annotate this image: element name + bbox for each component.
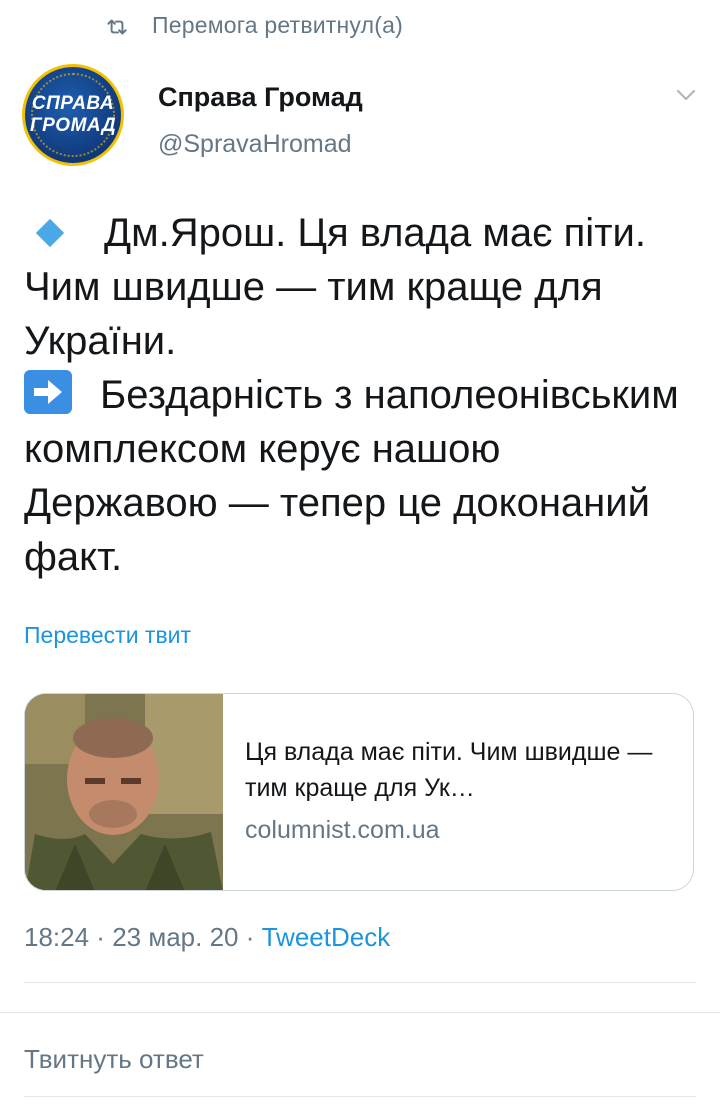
meta-separator-2: · — [238, 922, 262, 952]
blue-diamond-icon — [35, 219, 65, 248]
retweeted-by-label[interactable]: Перемога ретвитнул(а) — [152, 12, 403, 39]
tweet-date[interactable]: 23 мар. 20 — [112, 922, 238, 952]
author-handle[interactable]: @SpravaHromad — [158, 130, 352, 159]
meta-separator: · — [89, 922, 113, 952]
right-arrow-icon — [24, 370, 72, 414]
tweet-meta: 18:24 · 23 мар. 20 · TweetDeck — [24, 922, 390, 953]
card-photo-illustration — [25, 694, 223, 890]
link-preview-card[interactable]: Ця влада має піти. Чим швидше — тим кращ… — [24, 693, 694, 891]
chevron-down-icon[interactable] — [673, 84, 699, 106]
retweet-icon — [107, 19, 127, 35]
avatar-logo-line1: СПРАВА — [31, 93, 115, 114]
tweet-paragraph-1: Дм.Ярош. Ця влада має піти. Чим швидше —… — [24, 206, 704, 368]
reply-input[interactable]: Твитнуть ответ — [24, 1044, 204, 1075]
translate-tweet-link[interactable]: Перевести твит — [24, 622, 191, 649]
tweet-text-line1: Дм.Ярош. Ця влада має піти. Чим швидше —… — [24, 211, 646, 363]
card-thumbnail[interactable] — [25, 694, 223, 890]
tweet-source-link[interactable]: TweetDeck — [262, 922, 391, 952]
tweet-text-line2: Бездарність з наполеонівським комплексом… — [24, 373, 679, 579]
card-domain: columnist.com.ua — [245, 816, 440, 844]
reply-underline — [24, 1096, 696, 1097]
tweet-time[interactable]: 18:24 — [24, 922, 89, 952]
tweet-text: Дм.Ярош. Ця влада має піти. Чим швидше —… — [24, 206, 704, 584]
divider — [24, 982, 696, 983]
card-title[interactable]: Ця влада має піти. Чим швидше — тим кращ… — [245, 734, 675, 806]
author-name[interactable]: Справа Громад — [158, 82, 363, 113]
avatar-logo-line2: ГРОМАД — [29, 115, 117, 136]
section-divider — [0, 1012, 720, 1013]
tweet-paragraph-2: Бездарність з наполеонівським комплексом… — [24, 368, 704, 584]
avatar[interactable]: СПРАВА ГРОМАД — [22, 64, 124, 166]
avatar-logo-text: СПРАВА ГРОМАД — [25, 93, 121, 137]
